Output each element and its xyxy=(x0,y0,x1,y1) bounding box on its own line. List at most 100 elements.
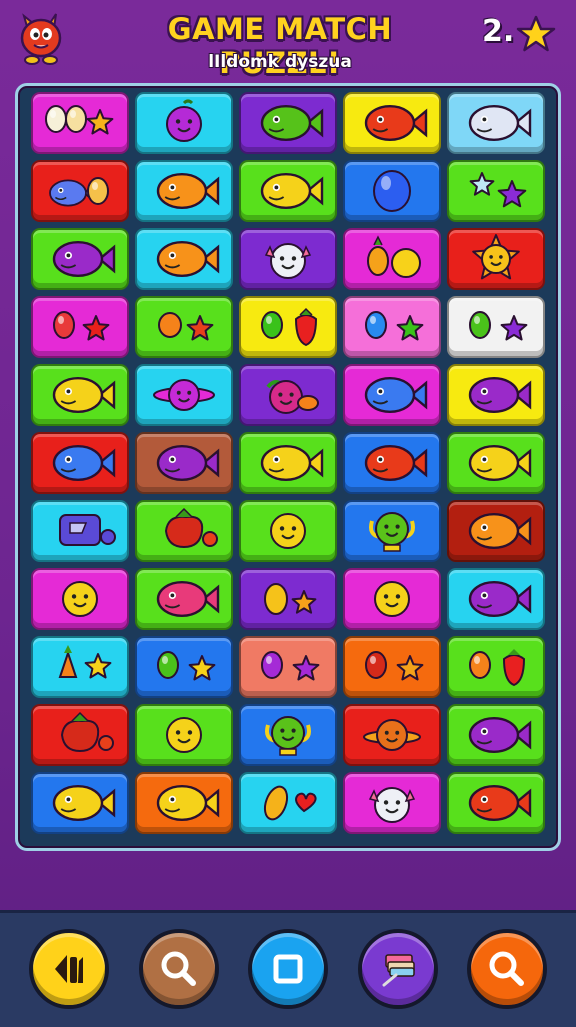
game-tile[interactable] xyxy=(343,296,441,358)
green-strawberry-icon xyxy=(261,307,318,347)
game-tile[interactable] xyxy=(343,160,441,222)
green-trophy-icon xyxy=(265,716,311,756)
game-tile[interactable] xyxy=(31,500,129,562)
game-tile[interactable] xyxy=(343,432,441,494)
game-tile[interactable] xyxy=(447,568,545,630)
game-tile[interactable] xyxy=(31,364,129,426)
game-tile[interactable] xyxy=(239,364,337,426)
game-tile[interactable] xyxy=(447,432,545,494)
game-tile[interactable] xyxy=(447,160,545,222)
game-tile[interactable] xyxy=(239,432,337,494)
shuffle-button[interactable] xyxy=(358,929,438,1009)
yellow-face-icon xyxy=(270,513,306,549)
game-tile[interactable] xyxy=(239,228,337,290)
game-tile[interactable] xyxy=(135,500,233,562)
game-tile[interactable] xyxy=(239,92,337,154)
game-tile[interactable] xyxy=(447,772,545,834)
game-tile[interactable] xyxy=(239,568,337,630)
purple-fish-icon xyxy=(468,716,532,754)
purple-star-icon xyxy=(261,651,320,681)
yellow-fish-icon xyxy=(52,784,116,822)
game-tile[interactable] xyxy=(31,296,129,358)
star-icon xyxy=(516,15,556,52)
game-tile[interactable] xyxy=(135,160,233,222)
game-tile[interactable] xyxy=(343,500,441,562)
search-button[interactable] xyxy=(467,929,547,1009)
game-tile[interactable] xyxy=(31,228,129,290)
game-tile[interactable] xyxy=(239,704,337,766)
tile-grid xyxy=(31,92,551,844)
game-tile[interactable] xyxy=(447,92,545,154)
game-tile[interactable] xyxy=(343,704,441,766)
game-tile[interactable] xyxy=(135,568,233,630)
game-tile[interactable] xyxy=(343,568,441,630)
game-tile[interactable] xyxy=(239,500,337,562)
game-tile[interactable] xyxy=(135,296,233,358)
game-tile[interactable] xyxy=(31,704,129,766)
game-tile[interactable] xyxy=(343,92,441,154)
blue-fish-icon xyxy=(52,444,116,482)
fruit-heart-icon xyxy=(263,785,317,821)
game-tile[interactable] xyxy=(135,364,233,426)
game-tile[interactable] xyxy=(135,636,233,698)
game-tile[interactable] xyxy=(239,296,337,358)
green-trophy-icon xyxy=(369,512,415,552)
green-star-icon xyxy=(157,651,216,681)
game-tile[interactable] xyxy=(31,160,129,222)
game-tile[interactable] xyxy=(447,228,545,290)
undo-icon xyxy=(55,955,83,983)
blue-balloon-icon xyxy=(373,170,411,212)
red-balloon-star-icon xyxy=(53,311,110,341)
game-tile[interactable] xyxy=(239,772,337,834)
game-tile[interactable] xyxy=(135,772,233,834)
game-tile[interactable] xyxy=(135,92,233,154)
game-tile[interactable] xyxy=(343,772,441,834)
red-tomato-icon xyxy=(60,711,114,753)
game-subtitle: lIldomk dyszua xyxy=(208,52,352,72)
game-tile[interactable] xyxy=(343,228,441,290)
game-board xyxy=(15,83,561,851)
game-tile[interactable] xyxy=(447,364,545,426)
red-star-icon xyxy=(365,651,424,681)
game-tile[interactable] xyxy=(343,364,441,426)
cards-icon xyxy=(382,954,415,987)
game-tile[interactable] xyxy=(31,432,129,494)
game-tile[interactable] xyxy=(447,636,545,698)
red-fish-icon xyxy=(364,104,428,142)
green-purple-star-icon xyxy=(469,311,528,341)
game-tile[interactable] xyxy=(31,92,129,154)
game-tile[interactable] xyxy=(447,296,545,358)
mascot-icon xyxy=(20,13,62,65)
game-tile[interactable] xyxy=(447,500,545,562)
game-tile[interactable] xyxy=(239,160,337,222)
orange-strawberry-icon xyxy=(469,649,526,687)
game-tile[interactable] xyxy=(239,636,337,698)
blue-creature-icon xyxy=(49,177,109,207)
game-tile[interactable] xyxy=(31,772,129,834)
game-tile[interactable] xyxy=(135,432,233,494)
yellow-fish-icon xyxy=(260,172,324,210)
magnifier-icon xyxy=(161,951,196,986)
yellow-fish-icon xyxy=(260,444,324,482)
purple-fish-icon xyxy=(156,444,220,482)
game-tile[interactable] xyxy=(31,568,129,630)
orange-fish-icon xyxy=(468,512,532,550)
planet-face-icon xyxy=(153,379,215,411)
hint-button[interactable] xyxy=(139,929,219,1009)
game-tile[interactable] xyxy=(135,228,233,290)
game-tile[interactable] xyxy=(447,704,545,766)
game-tile[interactable] xyxy=(31,636,129,698)
orange-fish-icon xyxy=(156,172,220,210)
undo-button[interactable] xyxy=(29,929,109,1009)
magnifier-icon xyxy=(489,951,524,986)
yellow-creature-icon xyxy=(52,376,116,414)
orange-star-icon xyxy=(158,312,214,341)
header: GAME MATCH PUZZL! lIldomk dyszua 2. xyxy=(0,0,576,80)
square-icon xyxy=(273,954,303,984)
game-tile[interactable] xyxy=(135,704,233,766)
pineapple-fruit-icon xyxy=(367,235,421,278)
purple-fish-icon xyxy=(468,580,532,618)
stop-button[interactable] xyxy=(248,929,328,1009)
carrot-star-icon xyxy=(58,645,112,679)
game-tile[interactable] xyxy=(343,636,441,698)
